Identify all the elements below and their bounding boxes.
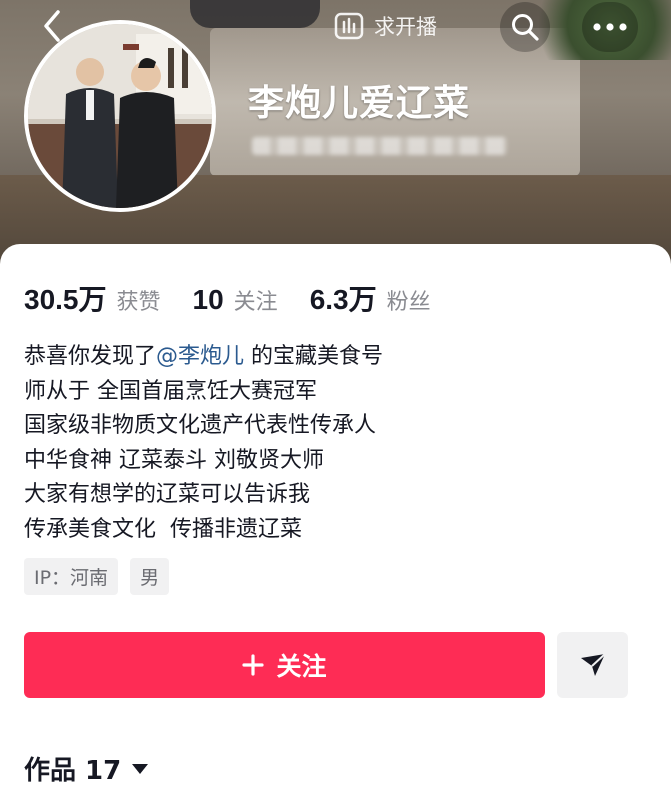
bio-line: 大家有想学的辽菜可以告诉我 — [24, 482, 311, 507]
stat-value: 10 — [192, 284, 224, 315]
request-live-label: 求开播 — [374, 15, 437, 39]
bio-line: 国家级非物质文化遗产代表性传承人 — [24, 413, 377, 438]
stat-label: 获赞 — [116, 290, 161, 315]
avatar-photo — [28, 24, 212, 208]
gender-tag: 男 — [130, 558, 170, 595]
live-request-icon — [334, 12, 364, 40]
bio-line: 恭喜你发现了@李炮儿 的宝藏美食号 — [24, 340, 383, 375]
blurred-account-id — [252, 137, 507, 155]
stat-value: 30.5万 — [24, 284, 107, 315]
profile-tags: IP：河南 男 — [24, 558, 170, 595]
bio-text: 恭喜你发现了 — [24, 344, 157, 369]
profile-card: 30.5万 获赞 10 关注 6.3万 粉丝 恭喜你发现了@李炮儿 的宝藏美食号… — [0, 244, 671, 789]
back-arrow-icon — [44, 10, 60, 42]
stat-label: 粉丝 — [386, 290, 431, 315]
tab-works[interactable]: 作品 17 — [24, 750, 149, 787]
stats-row: 30.5万 获赞 10 关注 6.3万 粉丝 — [24, 278, 463, 318]
ip-location-tag: IP：河南 — [24, 558, 119, 595]
more-icon — [593, 23, 627, 31]
search-icon — [512, 14, 539, 41]
avatar[interactable] — [24, 20, 216, 212]
stat-followers[interactable]: 6.3万 粉丝 — [310, 278, 431, 318]
caret-down-icon — [132, 763, 149, 774]
nickname: 李炮儿爱辽菜 — [248, 83, 471, 124]
works-tab-label: 作品 17 — [24, 756, 122, 786]
stat-following[interactable]: 10 关注 — [193, 284, 278, 316]
send-icon — [580, 653, 606, 676]
follow-button[interactable]: 关注 — [24, 632, 545, 698]
bio-text: 的宝藏美食号 — [244, 344, 384, 369]
stat-label: 关注 — [233, 290, 278, 315]
bio-line: 中华食神 辽菜泰斗 刘敬贤大师 — [24, 447, 324, 473]
background-figure — [190, 0, 320, 28]
bio-line: 师从于 全国首届烹饪大赛冠军 — [24, 378, 317, 404]
request-live-button[interactable]: 求开播 — [334, 10, 437, 42]
stat-likes[interactable]: 30.5万 获赞 — [24, 278, 161, 318]
message-button[interactable] — [557, 632, 628, 698]
search-button[interactable] — [500, 2, 550, 52]
more-button[interactable] — [582, 2, 638, 52]
stat-value: 6.3万 — [309, 284, 377, 315]
mention-link[interactable]: @李炮儿 — [156, 344, 244, 369]
follow-label: 关注 — [276, 652, 327, 681]
bio: 恭喜你发现了@李炮儿 的宝藏美食号 师从于 全国首届烹饪大赛冠军 国家级非物质文… — [24, 340, 383, 547]
bio-line: 传承美食文化 传播非遗辽菜 — [24, 516, 302, 542]
plus-icon — [242, 654, 265, 676]
